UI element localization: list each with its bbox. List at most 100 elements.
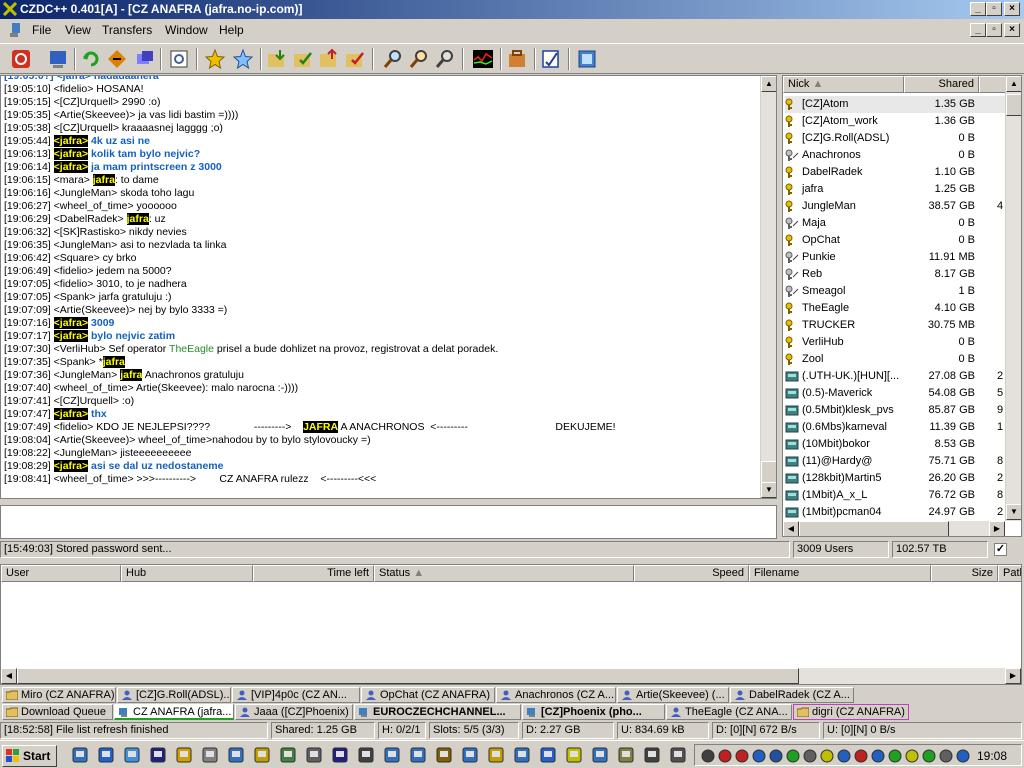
chat-nick[interactable]: <DabelRadek> (54, 213, 124, 225)
chat-nick[interactable]: <Artie(Skeevee)> (54, 304, 136, 316)
menu-transfers[interactable]: Transfers (102, 23, 152, 37)
menu-window[interactable]: Window (165, 23, 208, 37)
user-row[interactable]: TRUCKER 30.75 MB (785, 317, 1005, 334)
network-stats-icon[interactable] (472, 48, 494, 70)
favorite-hubs-icon[interactable] (134, 48, 156, 70)
mdi-restore-button[interactable]: ▫ (986, 23, 1002, 37)
public-hubs-icon[interactable] (47, 48, 69, 70)
column-shared[interactable]: Shared (904, 76, 979, 93)
user-row[interactable]: (0.5Mbit)klesk_pvs 85.87 GB 9 (785, 402, 1005, 419)
app-icon[interactable] (591, 746, 609, 764)
column-speed[interactable]: Speed (634, 565, 749, 582)
app-icon[interactable] (461, 746, 479, 764)
app-icon[interactable] (279, 746, 297, 764)
chat-nick[interactable]: <VerliHub> (54, 343, 106, 355)
app-icon[interactable] (786, 749, 800, 763)
chat-nick[interactable]: <wheel_of_time> (54, 200, 134, 212)
user-row[interactable]: (0.6Mbs)karneval 11.39 GB 1 (785, 419, 1005, 436)
column-size[interactable]: Size (931, 565, 998, 582)
follow-redirect-icon[interactable] (106, 48, 128, 70)
app-icon[interactable] (669, 746, 687, 764)
window-tab[interactable]: [CZ]G.Roll(ADSL)... (117, 687, 231, 703)
show-userlist-checkbox[interactable]: ✓ (994, 543, 1007, 556)
show-desktop-icon[interactable] (71, 746, 89, 764)
column-user[interactable]: User (1, 565, 121, 582)
column-filename[interactable]: Filename (749, 565, 931, 582)
settings-icon[interactable] (540, 48, 562, 70)
notepad-icon[interactable] (576, 48, 598, 70)
user-row[interactable]: (0.5)-Maverick 54.08 GB 5 (785, 385, 1005, 402)
column-status[interactable]: Status ▲ (374, 565, 634, 582)
menu-view[interactable]: View (65, 23, 91, 37)
scroll-down-icon[interactable]: ▼ (1006, 504, 1021, 520)
app-icon[interactable] (820, 749, 834, 763)
app-icon[interactable] (643, 746, 661, 764)
start-button[interactable]: Start (2, 745, 57, 767)
user-row[interactable]: Punkie 11.91 MB (785, 249, 1005, 266)
user-row[interactable]: (1Mbit)A_x_L 76.72 GB 8 (785, 487, 1005, 504)
chat-nick[interactable]: <JungleMan> (54, 187, 118, 199)
user-row[interactable]: Maja 0 B (785, 215, 1005, 232)
window-tab[interactable]: CZ ANAFRA (jafra... (114, 704, 234, 720)
user-list[interactable]: Nick ▲ Shared [CZ]Atom 1.35 GB [CZ]Atom_wo… (782, 75, 1022, 537)
chat-nick[interactable]: <Artie(Skeevee)> (54, 109, 136, 121)
chat-nick[interactable]: <mara> (54, 174, 90, 186)
volume-icon[interactable] (701, 749, 715, 763)
user-row[interactable]: (.UTH-UK.)[HUN][... 27.08 GB 2 (785, 368, 1005, 385)
app-icon[interactable] (305, 746, 323, 764)
menu-file[interactable]: File (32, 23, 51, 37)
window-tab[interactable]: EUROCZECHCHANNEL... (354, 704, 521, 720)
antivirus-icon[interactable] (718, 749, 732, 763)
chat-nick[interactable]: <fidelio> (54, 278, 94, 290)
chat-nick[interactable]: <wheel_of_time> (54, 473, 134, 485)
chat-nick[interactable]: <JungleMan> (54, 447, 118, 459)
chat-nick[interactable]: <fidelio> (54, 83, 94, 95)
scroll-up-icon[interactable]: ▲ (1006, 76, 1021, 92)
window-tab[interactable]: [VIP]4p0c (CZ AN... (232, 687, 360, 703)
search-spy-magnifier-icon[interactable] (434, 48, 456, 70)
app-icon[interactable] (409, 746, 427, 764)
menu-help[interactable]: Help (219, 23, 244, 37)
chat-nick[interactable]: <fidelio> (54, 265, 94, 277)
window-tab[interactable]: [CZ]Phoenix (pho... (522, 704, 665, 720)
chat-nick[interactable]: <JungleMan> (54, 369, 118, 381)
app-icon[interactable] (939, 749, 953, 763)
disconnect-icon[interactable] (10, 48, 32, 70)
app-icon[interactable] (888, 749, 902, 763)
app-icon[interactable] (539, 746, 557, 764)
chat-nick[interactable]: <[CZ]Urquell> (54, 122, 119, 134)
scroll-down-icon[interactable]: ▼ (761, 482, 776, 498)
scroll-left-icon[interactable]: ◀ (783, 521, 799, 536)
finished-downloads-icon[interactable] (292, 48, 314, 70)
disk-icon[interactable] (331, 746, 349, 764)
download-queue-icon[interactable] (266, 48, 288, 70)
user-row[interactable]: Zool 0 B (785, 351, 1005, 368)
user-row[interactable]: Reb 8.17 GB (785, 266, 1005, 283)
window-tab[interactable]: Artie(Skeevee) (... (617, 687, 729, 703)
user-row[interactable]: (1Mbit)pcman04 24.97 GB 2 (785, 504, 1005, 521)
scroll-right-icon[interactable]: ▶ (1005, 668, 1021, 684)
chat-nick[interactable]: <[CZ]Urquell> (54, 395, 119, 407)
app-icon[interactable] (487, 746, 505, 764)
chat-scroll-thumb[interactable] (761, 461, 776, 483)
app-icon[interactable] (905, 749, 919, 763)
window-tab[interactable]: digri (CZ ANAFRA) (793, 704, 909, 720)
search-icon[interactable] (382, 48, 404, 70)
user-row[interactable]: [CZ]G.Roll(ADSL) 0 B (785, 130, 1005, 147)
app-icon[interactable] (752, 749, 766, 763)
reconnect-icon[interactable] (80, 48, 102, 70)
minimize-button[interactable]: _ (970, 2, 986, 16)
scroll-right-icon[interactable]: ▶ (989, 521, 1005, 536)
chat-nick[interactable]: <Spank> (54, 356, 96, 368)
app-icon[interactable] (227, 746, 245, 764)
maximize-button[interactable]: ▫ (986, 2, 1002, 16)
userlist-scrollbar[interactable]: ▲ ▼ (1005, 76, 1021, 521)
app-icon[interactable] (803, 749, 817, 763)
user-row[interactable]: (10Mbit)bokor 8.53 GB (785, 436, 1005, 453)
app-icon[interactable] (357, 746, 375, 764)
user-row[interactable]: OpChat 0 B (785, 232, 1005, 249)
file-lists-icon[interactable] (506, 48, 528, 70)
column-hub[interactable]: Hub (121, 565, 253, 582)
window-tab[interactable]: Download Queue (2, 704, 113, 720)
userlist-scroll-thumb[interactable] (1006, 94, 1021, 116)
